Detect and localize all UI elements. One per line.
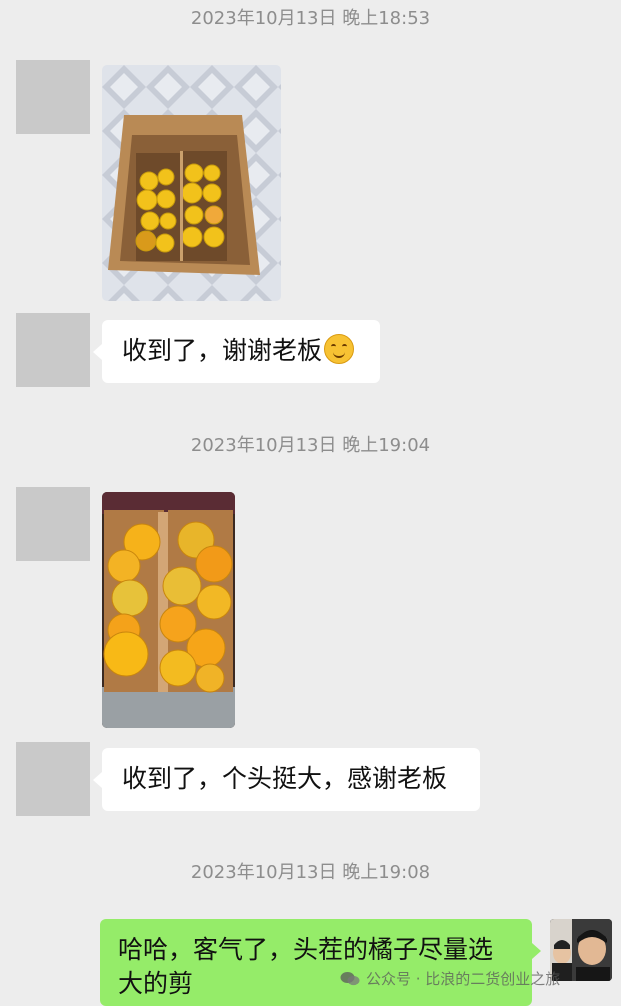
incoming-message-bubble[interactable]: 收到了，谢谢老板 [93,320,380,383]
oranges-closeup-image [102,492,235,728]
orange-box-photo[interactable] [102,65,281,301]
incoming-message-bubble[interactable]: 收到了，个头挺大，感谢老板 [93,748,480,811]
contact-avatar[interactable] [16,313,90,387]
contact-avatar[interactable] [16,60,90,134]
outgoing-message-bubble[interactable]: 哈哈，客气了，头茬的橘子尽量选大的剪 [100,919,541,1006]
chat-timestamp: 2023年10月13日 晚上18:53 [190,8,431,29]
contact-avatar[interactable] [16,742,90,816]
orange-box-image [102,65,281,301]
message-text: 收到了，个头挺大，感谢老板 [122,764,448,793]
wechat-icon [340,972,360,986]
oranges-closeup-photo[interactable] [102,492,235,728]
watermark: 公众号 · 比浪的二货创业之旅 [340,968,560,989]
message-text: 收到了，谢谢老板 [122,336,323,365]
chat-timestamp: 2023年10月13日 晚上19:04 [190,435,431,456]
chat-timestamp: 2023年10月13日 晚上19:08 [190,862,431,883]
contact-avatar[interactable] [16,487,90,561]
smile-emoji-icon [324,334,355,364]
watermark-text: 公众号 · 比浪的二货创业之旅 [366,970,561,988]
